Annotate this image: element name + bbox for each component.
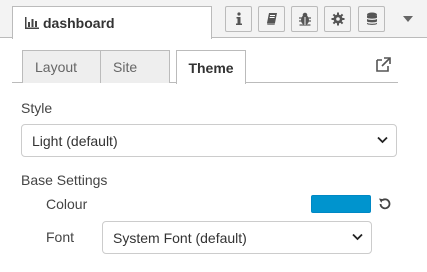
chevron-down-icon — [377, 136, 388, 144]
sidebar-tab-title: dashboard — [43, 15, 115, 31]
info-button[interactable] — [225, 6, 252, 32]
colour-swatch[interactable] — [311, 195, 371, 213]
config-button[interactable] — [324, 6, 351, 32]
sidebar-scroll-area — [410, 38, 427, 272]
tab-layout-label: Layout — [35, 59, 78, 75]
debug-button[interactable] — [291, 6, 318, 32]
gear-icon — [331, 12, 344, 26]
style-select[interactable]: Light (default) — [21, 124, 397, 157]
sidebar-tab-dashboard[interactable]: dashboard — [12, 6, 212, 39]
style-label: Style — [21, 100, 53, 116]
tab-site[interactable]: Site — [100, 50, 170, 83]
dashboard-sidebar-panel: dashboard Layout Site Theme Style Light … — [0, 0, 427, 272]
font-label: Font — [46, 229, 75, 245]
undo-icon[interactable] — [377, 196, 393, 212]
tab-layout[interactable]: Layout — [22, 50, 105, 83]
database-icon — [366, 12, 377, 25]
context-button[interactable] — [358, 6, 385, 32]
book-icon — [266, 13, 277, 25]
font-select[interactable]: System Font (default) — [102, 221, 372, 254]
tab-site-label: Site — [113, 59, 138, 75]
base-settings-label: Base Settings — [21, 172, 108, 188]
tab-theme-label: Theme — [188, 59, 234, 76]
chevron-down-icon — [403, 16, 413, 22]
style-select-value: Light (default) — [32, 132, 118, 149]
dashboard-tabs: Layout Site Theme — [12, 48, 398, 84]
font-select-value: System Font (default) — [113, 229, 247, 246]
help-button[interactable] — [258, 6, 285, 32]
chevron-down-icon — [352, 233, 363, 241]
external-link-icon[interactable] — [374, 56, 392, 74]
bar-chart-icon — [25, 17, 39, 29]
sidebar-header: dashboard — [0, 0, 427, 39]
tab-theme[interactable]: Theme — [176, 50, 246, 84]
colour-label: Colour — [46, 196, 88, 212]
info-icon — [235, 12, 242, 25]
bug-icon — [298, 12, 311, 26]
sidebar-menu-button[interactable] — [396, 6, 420, 32]
